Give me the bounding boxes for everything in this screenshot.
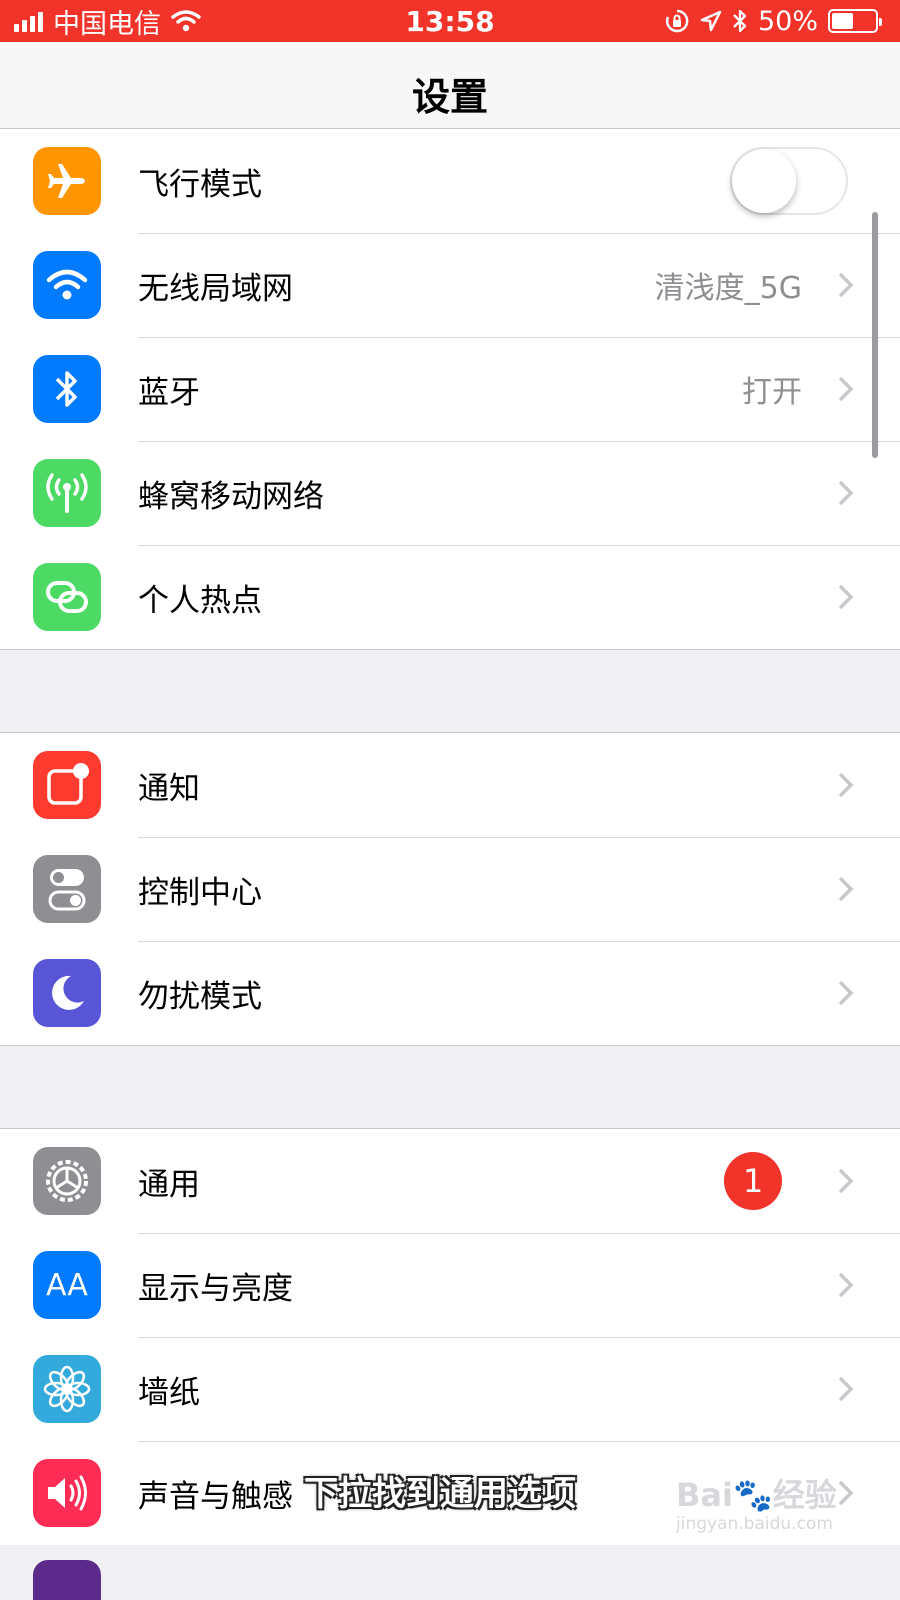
baidu-watermark: Bai🐾经验 [676,1470,837,1516]
gear-icon [33,1147,101,1215]
toggles-icon [33,855,101,923]
settings-row-control-center[interactable]: 控制中心 [0,837,900,941]
wifi-icon [33,251,101,319]
row-label: 通知 [138,770,200,807]
wifi-network-name: 清浅度_5G [654,271,802,306]
row-label: 声音与触感 [138,1478,293,1515]
chevron-right-icon [838,376,854,402]
row-label: 控制中心 [138,874,262,911]
notification-icon [33,751,101,819]
scroll-indicator [872,212,878,458]
settings-row-wifi[interactable]: 无线局域网 清浅度_5G [0,233,900,337]
watermark-url: jingyan.baidu.com [676,1514,833,1534]
carrier-name: 中国电信 [53,8,161,40]
chevron-right-icon [838,1168,854,1194]
chevron-right-icon [838,272,854,298]
chevron-right-icon [838,772,854,798]
row-label: 通用 [138,1166,200,1203]
next-row-icon-peek [33,1560,101,1600]
bluetooth-status-icon [733,9,747,33]
row-label: 显示与亮度 [138,1270,293,1307]
airplane-mode-toggle[interactable] [730,147,848,215]
status-bar: 中国电信 13:58 50% [0,0,900,42]
hotspot-chain-icon [33,563,101,631]
settings-screen: 中国电信 13:58 50% 设置 飞行模式 无线局域网 清浅度_5G 蓝牙 打… [0,0,900,1600]
row-label: 蓝牙 [138,374,200,411]
battery-icon [828,9,882,33]
chevron-right-icon [838,584,854,610]
settings-row-hotspot[interactable]: 个人热点 [0,545,900,649]
bluetooth-icon [33,355,101,423]
page-title: 设置 [411,75,488,119]
status-right: 50% [664,5,882,37]
location-icon [700,10,722,32]
row-label: 墙纸 [138,1374,200,1411]
signal-strength-icon [14,10,43,32]
status-left: 中国电信 [14,2,201,41]
text-size-icon-glyph: AA [46,1267,88,1303]
settings-row-general[interactable]: 通用 1 [0,1129,900,1233]
settings-row-notifications[interactable]: 通知 [0,733,900,837]
chevron-right-icon [838,1272,854,1298]
chevron-right-icon [838,980,854,1006]
speaker-icon [33,1459,101,1527]
settings-row-wallpaper[interactable]: 墙纸 [0,1337,900,1441]
battery-percent: 50% [757,5,818,37]
settings-row-display-brightness[interactable]: AA 显示与亮度 [0,1233,900,1337]
notifications-group: 通知 控制中心 勿扰模式 [0,732,900,1046]
toggle-knob [732,149,796,213]
moon-icon [33,959,101,1027]
row-label: 飞行模式 [138,166,262,203]
paw-icon: 🐾 [732,1476,773,1514]
bluetooth-status: 打开 [742,375,802,410]
row-label: 蜂窝移动网络 [138,478,324,515]
rotation-lock-icon [665,9,689,33]
settings-row-bluetooth[interactable]: 蓝牙 打开 [0,337,900,441]
video-caption: 下拉找到通用选项 [304,1474,576,1514]
watermark-brand-suffix: 经验 [772,1476,837,1514]
chevron-right-icon [838,1376,854,1402]
text-size-icon: AA [33,1251,101,1319]
row-label: 个人热点 [138,582,262,619]
row-label: 无线局域网 [138,270,293,307]
cellular-antenna-icon [33,459,101,527]
settings-row-cellular[interactable]: 蜂窝移动网络 [0,441,900,545]
settings-row-do-not-disturb[interactable]: 勿扰模式 [0,941,900,1045]
airplane-icon [33,147,101,215]
update-badge: 1 [724,1152,782,1210]
chevron-right-icon [838,480,854,506]
settings-row-airplane-mode[interactable]: 飞行模式 [0,129,900,233]
chevron-right-icon [838,876,854,902]
wifi-status-icon [171,10,201,32]
row-label: 勿扰模式 [138,978,262,1015]
flower-icon [33,1355,101,1423]
connectivity-group: 飞行模式 无线局域网 清浅度_5G 蓝牙 打开 蜂窝移动网络 个人热点 [0,128,900,650]
watermark-brand: Bai [676,1476,733,1514]
